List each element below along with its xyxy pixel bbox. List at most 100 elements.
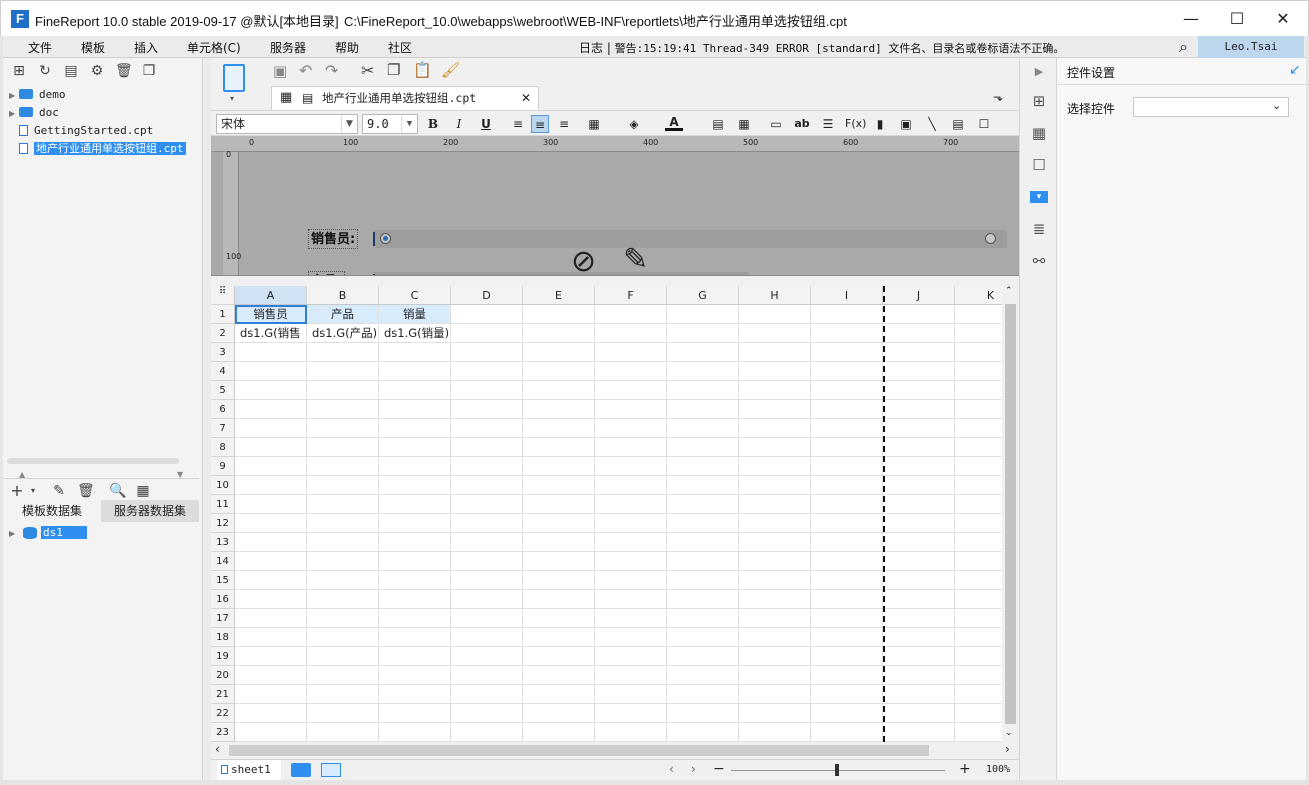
condition-attribute-icon[interactable]: ≣ xyxy=(1030,220,1048,238)
row-header[interactable]: 9 xyxy=(211,457,235,476)
grid-cell[interactable] xyxy=(235,723,307,742)
grid-cell[interactable] xyxy=(379,723,451,742)
expand-arrow-icon[interactable]: ▶ xyxy=(9,87,19,105)
row-header[interactable]: 18 xyxy=(211,628,235,647)
chevron-down-icon[interactable]: ▼ xyxy=(341,115,357,133)
grid-cell[interactable] xyxy=(883,590,955,609)
row-header[interactable]: 12 xyxy=(211,514,235,533)
rich-text-icon[interactable]: ☰ xyxy=(819,115,837,133)
grid-cell[interactable] xyxy=(307,400,379,419)
row-header[interactable]: 8 xyxy=(211,438,235,457)
grid-cell[interactable] xyxy=(595,590,667,609)
grid-cell[interactable] xyxy=(739,590,811,609)
grid-cell[interactable] xyxy=(739,324,811,343)
column-header[interactable]: C xyxy=(379,286,451,305)
grid-cell[interactable] xyxy=(523,666,595,685)
grid-cell[interactable] xyxy=(595,381,667,400)
grid-cell[interactable] xyxy=(883,476,955,495)
tree-item-gettingstarted[interactable]: GettingStarted.cpt xyxy=(9,122,153,140)
grid-cell[interactable] xyxy=(307,514,379,533)
grid-cell[interactable] xyxy=(235,381,307,400)
grid-cell[interactable] xyxy=(523,343,595,362)
menu-file[interactable]: 文件 xyxy=(28,39,52,56)
grid-cell[interactable] xyxy=(379,552,451,571)
row-header[interactable]: 2 xyxy=(211,324,235,343)
grid-cell[interactable] xyxy=(307,343,379,362)
grid-cell[interactable] xyxy=(883,647,955,666)
grid-cell[interactable] xyxy=(523,590,595,609)
grid-cell[interactable] xyxy=(379,685,451,704)
grid-cell[interactable] xyxy=(595,685,667,704)
format-painter-icon[interactable]: 🖌 xyxy=(441,61,460,79)
delete-icon[interactable]: 🗑 xyxy=(77,483,95,499)
grid-cell[interactable] xyxy=(883,419,955,438)
preview-icon[interactable]: 🔍 xyxy=(109,483,126,499)
page-prev-icon[interactable]: ‹ xyxy=(669,762,674,776)
grid-cell[interactable] xyxy=(451,552,523,571)
chevron-down-icon[interactable]: ▼ xyxy=(401,115,417,133)
grid-cell[interactable] xyxy=(883,514,955,533)
grid-cell[interactable] xyxy=(811,381,883,400)
align-center-icon[interactable]: ≡ xyxy=(531,115,549,133)
grid-cell[interactable] xyxy=(883,400,955,419)
edit-icon[interactable]: ✎ xyxy=(51,483,67,499)
grid-cell[interactable] xyxy=(595,571,667,590)
page-next-icon[interactable]: › xyxy=(691,762,696,776)
row-header[interactable]: 5 xyxy=(211,381,235,400)
grid-cell[interactable] xyxy=(307,533,379,552)
save-icon[interactable]: ▣ xyxy=(273,62,287,80)
grid-cell[interactable] xyxy=(667,438,739,457)
expand-panel-icon[interactable]: ↙ xyxy=(1289,62,1301,78)
copy-icon[interactable]: ❐ xyxy=(387,61,400,79)
row-header[interactable]: 3 xyxy=(211,343,235,362)
grid-cell[interactable] xyxy=(235,343,307,362)
font-size-select[interactable]: 9.0 ▼ xyxy=(362,114,418,134)
grid-cell[interactable] xyxy=(379,609,451,628)
close-tab-icon[interactable]: ✕ xyxy=(521,87,531,109)
scroll-up-icon[interactable]: ⌃ xyxy=(1005,286,1013,296)
align-left-icon[interactable]: ≡ xyxy=(509,115,527,133)
grid-cell[interactable] xyxy=(379,666,451,685)
grid-cell[interactable] xyxy=(523,324,595,343)
column-header[interactable]: F xyxy=(595,286,667,305)
grid-cell[interactable] xyxy=(739,514,811,533)
row-header[interactable]: 21 xyxy=(211,685,235,704)
splitter[interactable]: ▲ ▼ xyxy=(3,470,199,479)
menu-insert[interactable]: 插入 xyxy=(134,39,158,56)
tab-list-icon[interactable]: ⬎ xyxy=(993,90,1003,104)
grid-cell[interactable] xyxy=(667,476,739,495)
frame-icon[interactable]: ☐ xyxy=(1030,156,1048,174)
grid-cell[interactable] xyxy=(883,571,955,590)
grid-cell[interactable] xyxy=(739,647,811,666)
frame-icon[interactable]: ☐ xyxy=(975,115,993,133)
grid-cell[interactable] xyxy=(667,343,739,362)
grid-cell[interactable] xyxy=(451,419,523,438)
grid-cell[interactable] xyxy=(811,685,883,704)
grid-cell[interactable] xyxy=(667,552,739,571)
copy-icon[interactable]: ❐ xyxy=(141,63,157,79)
grid-cell[interactable] xyxy=(451,438,523,457)
zoom-out-button[interactable]: − xyxy=(713,761,725,777)
grid-cell[interactable] xyxy=(379,457,451,476)
grid-cell[interactable] xyxy=(883,362,955,381)
column-header[interactable]: B xyxy=(307,286,379,305)
grid-cell[interactable] xyxy=(883,381,955,400)
grid-cell[interactable] xyxy=(739,704,811,723)
search-icon[interactable]: ⌕ xyxy=(1179,37,1188,57)
grid-cell[interactable] xyxy=(451,495,523,514)
grid-cell[interactable] xyxy=(667,514,739,533)
merge-cells-icon[interactable]: ▤ xyxy=(709,115,727,133)
grid-cell[interactable] xyxy=(451,324,523,343)
grid-cell[interactable] xyxy=(811,514,883,533)
grid-cell[interactable] xyxy=(523,514,595,533)
grid-cell[interactable] xyxy=(595,704,667,723)
grid-cell[interactable] xyxy=(811,571,883,590)
grid-cell[interactable] xyxy=(667,723,739,742)
grid-cell[interactable] xyxy=(451,400,523,419)
grid-cell[interactable] xyxy=(667,609,739,628)
grid-cell[interactable] xyxy=(235,457,307,476)
row-header[interactable]: 23 xyxy=(211,723,235,742)
grid-cell[interactable] xyxy=(811,495,883,514)
grid-cell[interactable] xyxy=(235,400,307,419)
grid-cell[interactable] xyxy=(451,381,523,400)
